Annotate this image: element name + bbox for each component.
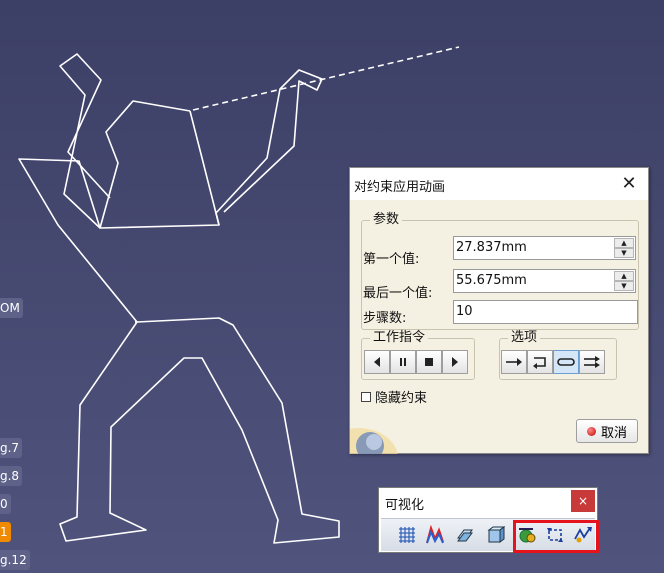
stop-button[interactable]	[416, 350, 442, 374]
visualization-toolbar: 可视化 ×	[378, 487, 599, 553]
close-icon[interactable]: ×	[571, 490, 595, 512]
play-forward-button[interactable]	[442, 350, 468, 374]
grid-icon[interactable]	[395, 523, 419, 547]
options-group-label: 选项	[508, 330, 541, 346]
last-value-label: 最后一个值:	[363, 286, 433, 301]
repeat-icon	[584, 356, 600, 368]
toolbar-strip	[381, 518, 599, 553]
spin-down-icon[interactable]: ▼	[614, 281, 634, 291]
last-value-field[interactable]: ▲ ▼	[453, 269, 636, 293]
play-backward-button[interactable]	[364, 350, 390, 374]
pause-icon	[400, 358, 406, 366]
commands-buttons	[364, 350, 468, 374]
cancel-label: 取消	[600, 425, 627, 441]
animate-icon[interactable]	[515, 523, 539, 547]
steps-input[interactable]	[456, 304, 606, 319]
cut-plane-icon[interactable]	[453, 523, 477, 547]
play-backward-icon	[374, 357, 380, 367]
figure-left-arm	[59, 53, 111, 229]
one-shot-button[interactable]	[501, 350, 527, 374]
figure-body	[18, 158, 138, 323]
tree-tag-om[interactable]: OM	[0, 298, 23, 318]
return-icon	[533, 357, 546, 369]
params-group-label: 参数	[370, 212, 403, 228]
first-value-label: 第一个值:	[363, 252, 420, 267]
arrow-right-icon	[506, 358, 522, 366]
constraint-animate-icon[interactable]	[543, 523, 567, 547]
first-value-input[interactable]	[456, 240, 606, 255]
reverse-button[interactable]	[527, 350, 553, 374]
stop-icon	[425, 358, 433, 366]
loop-icon	[557, 358, 575, 366]
hide-constraints-checkbox[interactable]: 隐藏约束	[361, 387, 427, 406]
close-icon[interactable]: ✕	[618, 174, 640, 194]
color-map-icon[interactable]	[423, 523, 447, 547]
tree-tag-1[interactable]: 1	[0, 522, 11, 542]
hide-constraints-label: 隐藏约束	[375, 391, 428, 406]
animate-constraint-dialog: 对约束应用动画 ✕ 参数 第一个值: ▲ ▼ 最后一个值: ▲ ▼ 步骤数: 工…	[349, 167, 649, 454]
app-logo-icon	[350, 420, 400, 454]
steps-field[interactable]	[453, 300, 638, 324]
tree-tag-g7[interactable]: g.7	[0, 438, 23, 458]
repeat-button[interactable]	[579, 350, 605, 374]
box-view-icon[interactable]	[483, 523, 507, 547]
steps-label: 步骤数:	[363, 311, 407, 326]
tree-tag-g12[interactable]: g.12	[0, 550, 30, 570]
tree-tag-g8[interactable]: g.8	[0, 466, 23, 486]
tree-tag-0[interactable]: 0	[0, 494, 11, 514]
spin-up-icon[interactable]: ▲	[614, 271, 634, 281]
simulation-icon[interactable]	[571, 523, 595, 547]
options-buttons	[501, 350, 605, 374]
toolbar-title: 可视化	[385, 498, 425, 513]
spin-down-icon[interactable]: ▼	[614, 248, 634, 258]
dialog-titlebar[interactable]: 对约束应用动画 ✕	[350, 168, 648, 200]
checkbox-icon[interactable]	[361, 391, 371, 402]
dialog-title: 对约束应用动画	[354, 180, 446, 195]
cancel-icon	[586, 426, 596, 436]
pause-button[interactable]	[390, 350, 416, 374]
last-value-input[interactable]	[456, 273, 606, 288]
commands-group-label: 工作指令	[370, 330, 429, 346]
play-forward-icon	[452, 357, 458, 367]
first-value-field[interactable]: ▲ ▼	[453, 236, 636, 260]
cancel-button[interactable]: 取消	[576, 419, 638, 443]
dashed-constraint-line	[192, 46, 460, 111]
figure-legs	[59, 317, 340, 544]
figure-head	[99, 100, 220, 229]
spin-up-icon[interactable]: ▲	[614, 238, 634, 248]
loop-button[interactable]	[553, 350, 579, 374]
figure-right-arm	[215, 69, 323, 226]
